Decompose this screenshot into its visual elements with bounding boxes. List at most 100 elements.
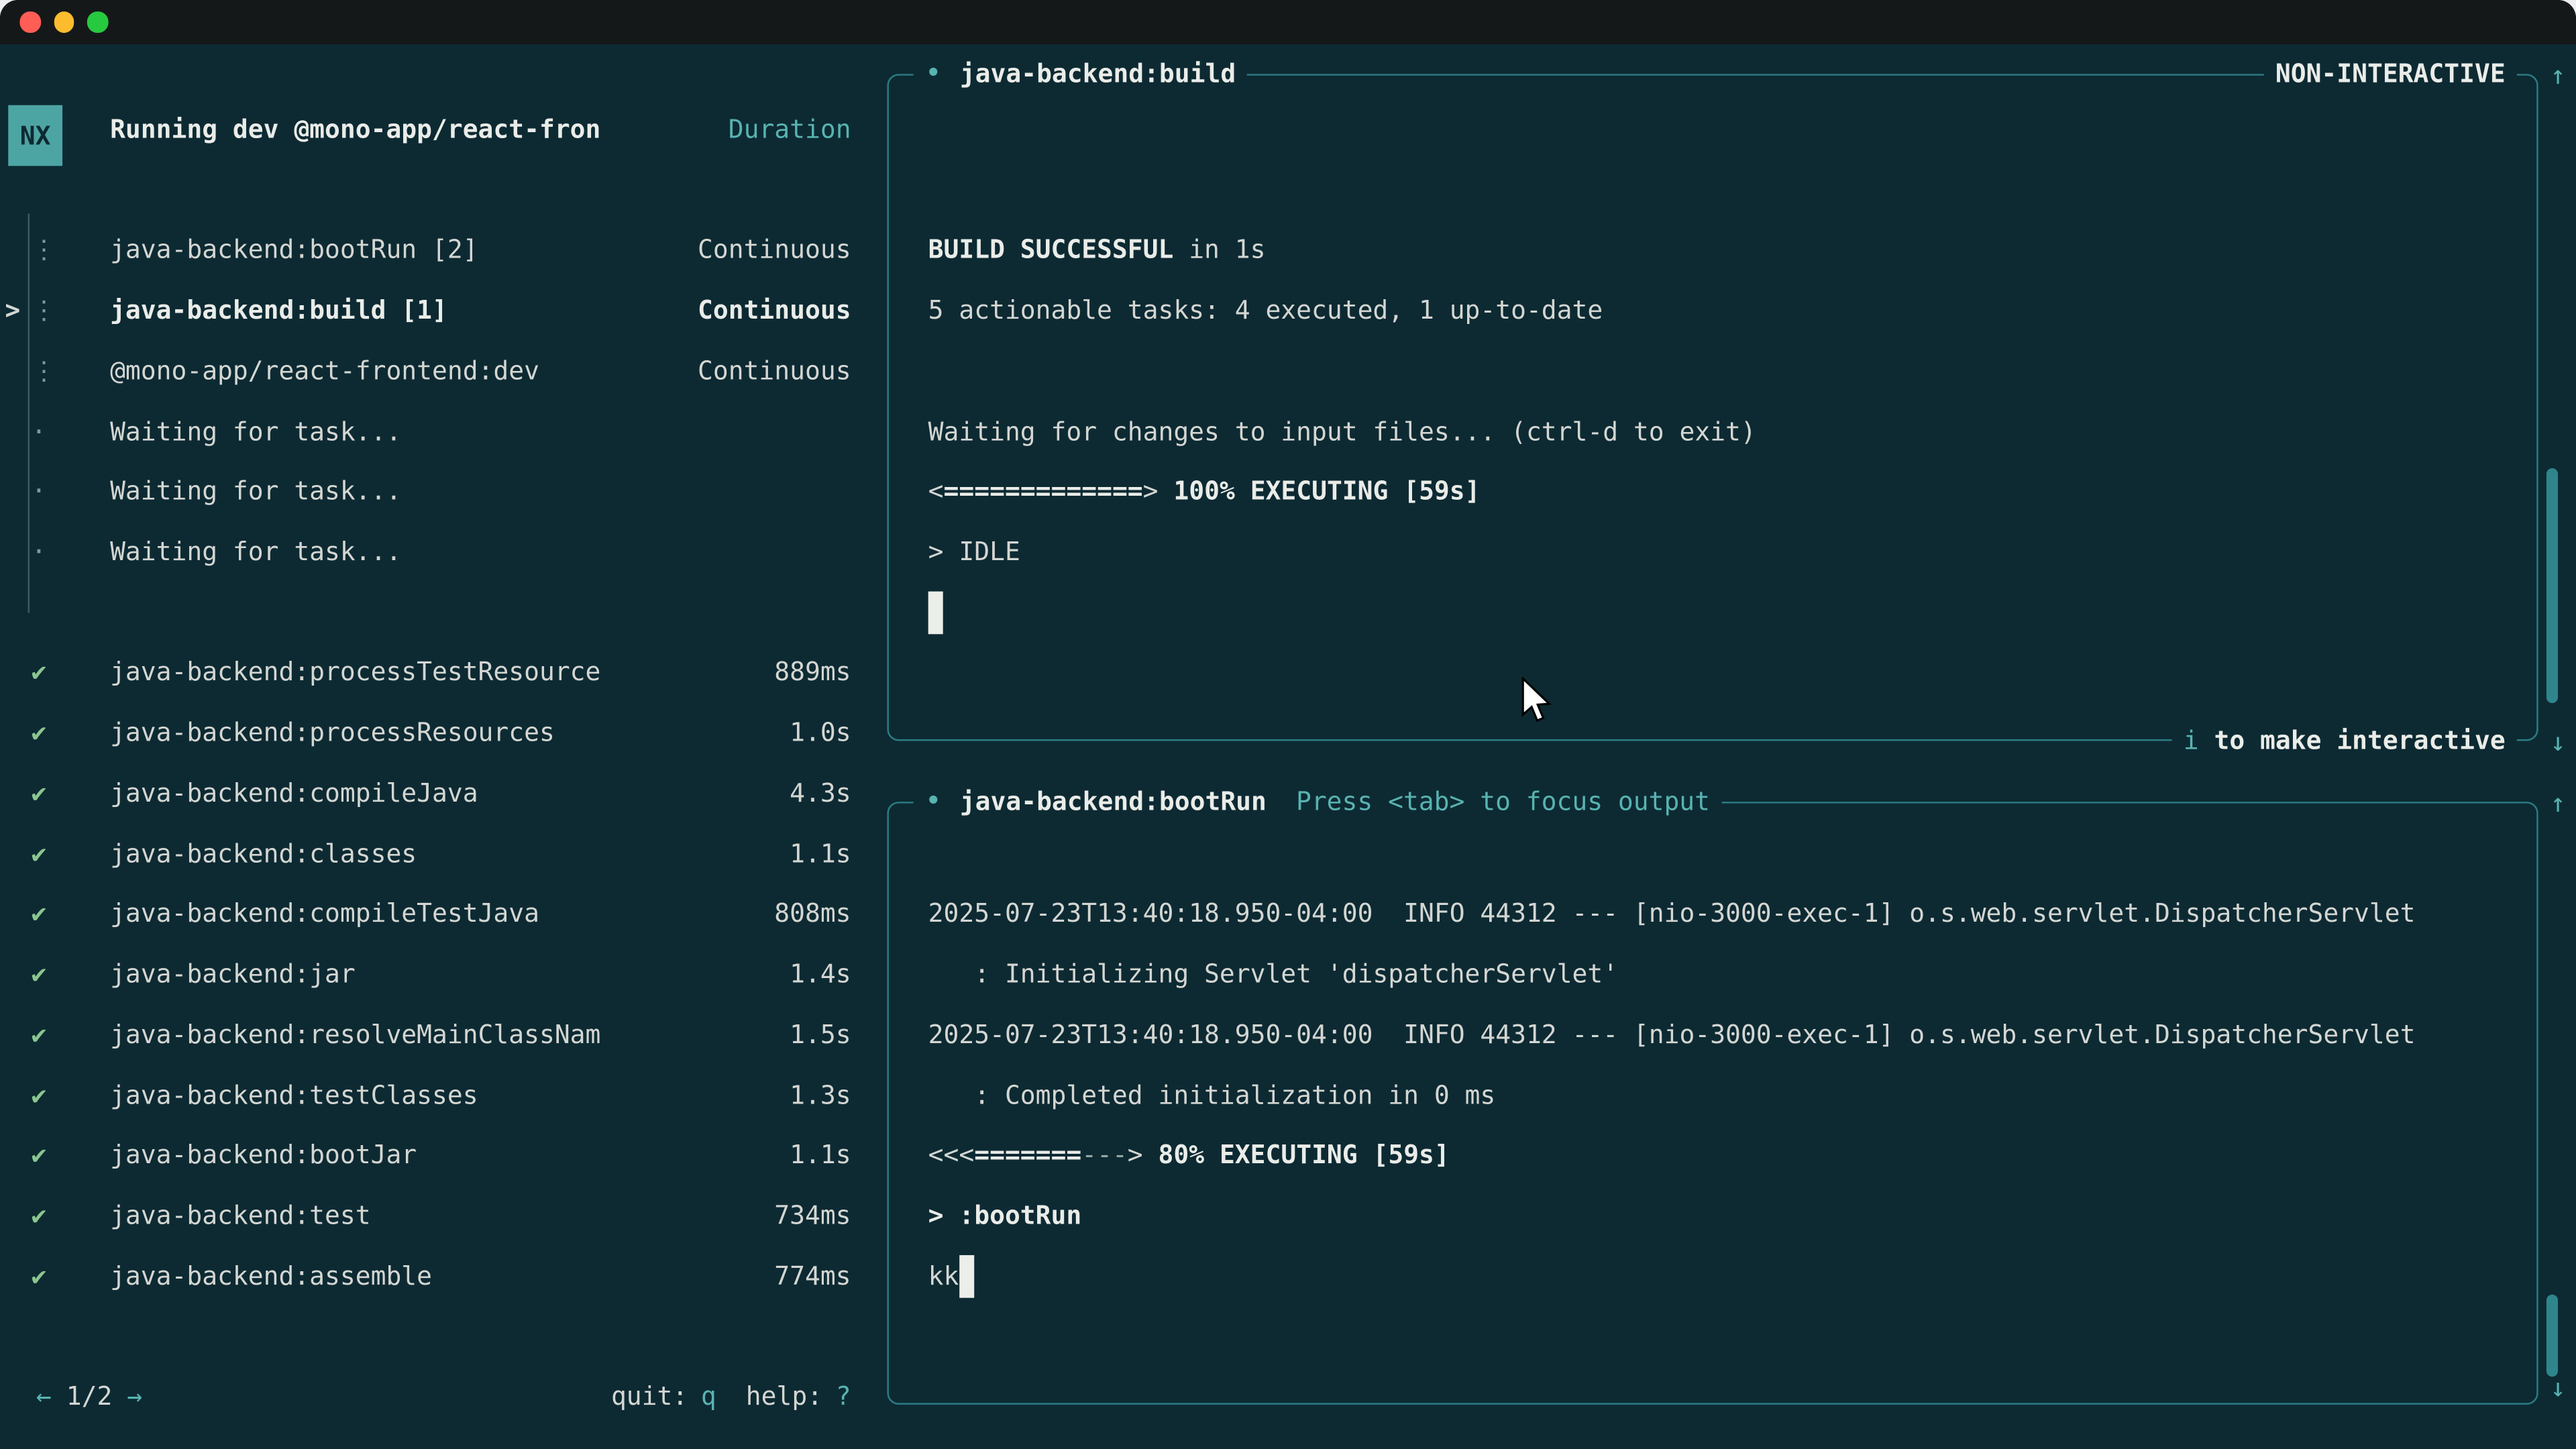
page-indicator: 1/2 — [66, 1383, 113, 1412]
next-page-arrow[interactable]: → — [127, 1383, 142, 1412]
active-task-list: ⋮ java-backend:bootRun [2] Continuous > … — [0, 220, 887, 582]
build-scroll-down-arrow[interactable]: ↓ — [2544, 721, 2571, 764]
waiting-line: Waiting for changes to input files... (c… — [928, 401, 1756, 462]
completed-task-row[interactable]: ✔ java-backend:classes 1.1s — [0, 824, 887, 884]
build-mode-label: NON-INTERACTIVE — [2264, 52, 2517, 95]
waiting-text: Waiting for changes to input files... (c… — [928, 417, 1756, 446]
sidebar-header: Running dev @mono-app/react-fron Duratio… — [0, 100, 887, 160]
task-name: java-backend:compileTestJava — [110, 900, 539, 929]
completed-task-row[interactable]: ✔ java-backend:testClasses 1.3s — [0, 1065, 887, 1126]
text-cursor — [928, 591, 943, 634]
progress-bar-empty: --- — [1081, 1141, 1128, 1171]
log-line: 2025-07-23T13:40:18.950-04:00 INFO 44312… — [928, 884, 2416, 945]
completed-task-list: ✔ java-backend:processTestResource 889ms… — [0, 643, 887, 1307]
progress-bar-close: > — [1128, 1141, 1143, 1171]
task-name: java-backend:build [1] — [110, 296, 447, 325]
quit-label: quit: — [611, 1383, 688, 1412]
zoom-button[interactable] — [87, 12, 108, 33]
completed-task-row[interactable]: ✔ java-backend:processTestResource 889ms — [0, 643, 887, 703]
idle-text: > IDLE — [928, 537, 1020, 567]
task-name: java-backend:processResources — [110, 718, 555, 748]
mouse-cursor — [1519, 677, 1552, 726]
log-text: 2025-07-23T13:40:18.950-04:00 INFO 44312… — [928, 900, 2416, 929]
progress-bar-open: <<< — [928, 1141, 975, 1171]
task-row[interactable]: ⋮ @mono-app/react-frontend:dev Continuou… — [0, 341, 887, 401]
progress-label: 80% EXECUTING [59s] — [1143, 1141, 1450, 1171]
prev-page-arrow[interactable]: ← — [36, 1383, 52, 1412]
log-line: 2025-07-23T13:40:18.950-04:00 INFO 44312… — [928, 1005, 2416, 1065]
cursor-line — [928, 582, 1756, 643]
task-name: Waiting for task... — [110, 477, 401, 506]
task-duration: 734ms — [774, 1201, 851, 1231]
completed-task-row[interactable]: ✔ java-backend:compileTestJava 808ms — [0, 884, 887, 945]
mode-label-text: NON-INTERACTIVE — [2275, 59, 2506, 89]
task-row[interactable]: ⋮ java-backend:bootRun [2] Continuous — [0, 220, 887, 280]
completed-task-row[interactable]: ✔ java-backend:jar 1.4s — [0, 945, 887, 1005]
task-status: Continuous — [698, 356, 851, 386]
interactive-key[interactable]: i — [2184, 726, 2199, 755]
task-row-selected[interactable]: > ⋮ java-backend:build [1] Continuous — [0, 280, 887, 341]
check-icon: ✔ — [32, 960, 47, 989]
interactive-hint: i to make interactive — [2172, 720, 2517, 763]
focus-hint-text: Press <tab> to focus output — [1296, 787, 1710, 816]
status-bullet-icon: • — [925, 786, 942, 818]
close-button[interactable] — [19, 12, 40, 33]
help-key[interactable]: ? — [836, 1383, 851, 1412]
task-name: java-backend:testClasses — [110, 1081, 478, 1110]
bootrun-panel-title: • java-backend:bootRun Press <tab> to fo… — [914, 780, 1722, 823]
quit-key[interactable]: q — [701, 1383, 716, 1412]
selection-arrow-icon: > — [5, 296, 20, 325]
input-line[interactable]: kk — [928, 1246, 2416, 1307]
check-icon: ✔ — [32, 839, 47, 869]
completed-task-row[interactable]: ✔ java-backend:assemble 774ms — [0, 1246, 887, 1307]
completed-task-row[interactable]: ✔ java-backend:processResources 1.0s — [0, 703, 887, 763]
task-name: java-backend:resolveMainClassNam — [110, 1020, 600, 1050]
log-text: : Completed initialization in 0 ms — [928, 1081, 1496, 1110]
interactive-hint-text: to make interactive — [2199, 726, 2506, 755]
duration-column-header: Duration — [729, 115, 851, 145]
task-name: java-backend:bootJar — [110, 1141, 417, 1171]
log-line: : Completed initialization in 0 ms — [928, 1065, 2416, 1126]
completed-task-row[interactable]: ✔ java-backend:test 734ms — [0, 1186, 887, 1246]
completed-task-row[interactable]: ✔ java-backend:compileJava 4.3s — [0, 763, 887, 824]
task-duration: 4.3s — [790, 779, 851, 808]
build-time-text: in 1s — [1173, 235, 1265, 265]
task-name: java-backend:processTestResource — [110, 658, 600, 688]
run-title: Running dev @mono-app/react-fron — [110, 115, 600, 145]
status-bullet-icon: • — [925, 58, 942, 91]
check-icon: ✔ — [32, 718, 47, 748]
pending-dot-icon: · — [32, 477, 47, 506]
log-text: 2025-07-23T13:40:18.950-04:00 INFO 44312… — [928, 1020, 2416, 1050]
bootrun-scrollbar-thumb[interactable] — [2546, 1295, 2558, 1377]
log-text: : Initializing Servlet 'dispatcherServle… — [928, 960, 1618, 989]
build-result-line: BUILD SUCCESSFUL in 1s — [928, 220, 1756, 280]
progress-bar-fill: ======= — [974, 1141, 1081, 1171]
completed-task-row[interactable]: ✔ java-backend:bootJar 1.1s — [0, 1126, 887, 1186]
task-name: Waiting for task... — [110, 417, 401, 446]
check-icon: ✔ — [32, 1262, 47, 1291]
task-status: Continuous — [698, 296, 851, 325]
progress-bar-close: > — [1143, 477, 1159, 506]
check-icon: ✔ — [32, 779, 47, 808]
tasks-summary-line: 5 actionable tasks: 4 executed, 1 up-to-… — [928, 280, 1756, 341]
task-row-waiting[interactable]: · Waiting for task... — [0, 522, 887, 582]
check-icon: ✔ — [32, 1201, 47, 1231]
task-row-waiting[interactable]: · Waiting for task... — [0, 401, 887, 462]
task-duration: 1.3s — [790, 1081, 851, 1110]
bootrun-progress-line: <<<=======---> 80% EXECUTING [59s] — [928, 1126, 2416, 1186]
pending-dot-icon: · — [32, 417, 47, 446]
bootrun-output: 2025-07-23T13:40:18.950-04:00 INFO 44312… — [928, 884, 2416, 1307]
minimize-button[interactable] — [54, 12, 74, 33]
check-icon: ✔ — [32, 1141, 47, 1171]
task-row-waiting[interactable]: · Waiting for task... — [0, 462, 887, 522]
build-panel-title: • java-backend:build — [914, 52, 1248, 95]
task-status: Continuous — [698, 235, 851, 265]
build-scrollbar-thumb[interactable] — [2546, 468, 2558, 703]
bootrun-scroll-up-arrow[interactable]: ↑ — [2544, 782, 2571, 825]
check-icon: ✔ — [32, 1081, 47, 1110]
help-label: help: — [746, 1383, 822, 1412]
task-duration: 1.4s — [790, 960, 851, 989]
completed-task-row[interactable]: ✔ java-backend:resolveMainClassNam 1.5s — [0, 1005, 887, 1065]
build-scroll-up-arrow[interactable]: ↑ — [2544, 54, 2571, 97]
terminal-window: NX Running dev @mono-app/react-fron Dura… — [0, 0, 2576, 1449]
